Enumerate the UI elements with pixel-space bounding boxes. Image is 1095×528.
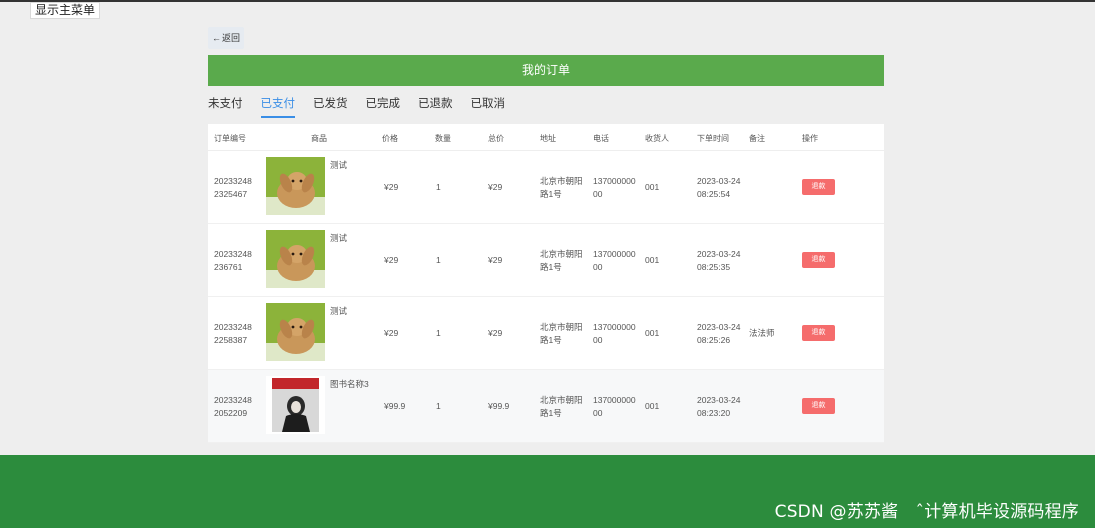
order-no: 202332482325467	[214, 176, 252, 199]
total: ¥99.9	[488, 401, 510, 411]
header-address: 地址	[540, 134, 556, 143]
order-time: 2023-03-24 08:23:20	[697, 395, 741, 418]
product-image[interactable]	[266, 157, 325, 215]
order-time: 2023-03-24 08:25:35	[697, 249, 741, 272]
tab-shipped[interactable]: 已发货	[313, 96, 348, 118]
refund-button[interactable]: 退款	[802, 179, 835, 195]
refund-button[interactable]: 退款	[802, 252, 835, 268]
address: 北京市朝阳路1号	[540, 176, 583, 199]
table-row: 20233248236761 测试 ¥29 1 ¥29 北京市朝阳路1号 137…	[208, 224, 884, 297]
tab-cancelled[interactable]: 已取消	[471, 96, 506, 118]
header-product: 商品	[311, 134, 327, 143]
quantity: 1	[436, 401, 441, 411]
table-row: 202332482325467 测试 ¥29 1 ¥29 北京市朝阳路1号 13…	[208, 151, 884, 224]
product-image[interactable]	[266, 303, 325, 361]
phone: 13700000000	[593, 176, 636, 199]
address: 北京市朝阳路1号	[540, 249, 583, 272]
order-time: 2023-03-24 08:25:54	[697, 176, 741, 199]
phone: 13700000000	[593, 322, 636, 345]
price: ¥29	[384, 255, 399, 265]
order-time: 2023-03-24 08:25:26	[697, 322, 741, 345]
price: ¥99.9	[384, 401, 406, 411]
total: ¥29	[488, 255, 503, 265]
header-order-time: 下单时间	[697, 134, 729, 143]
order-status-tabs: 未支付 已支付 已发货 已完成 已退款 已取消	[208, 96, 523, 118]
receiver: 001	[645, 255, 660, 265]
refund-button[interactable]: 退款	[802, 325, 835, 341]
header-receiver: 收货人	[645, 134, 669, 143]
header-phone: 电话	[593, 134, 609, 143]
orders-table: 订单编号 商品 价格 数量 总价 地址 电话 收货人 下单时间 备注 操作 20…	[208, 124, 884, 443]
magazine-cover-icon	[266, 376, 325, 434]
price: ¥29	[384, 182, 399, 192]
header-total: 总价	[488, 134, 504, 143]
table-row: 202332482052209 图书名称3 ¥99.9 1 ¥99.9 北京市朝…	[208, 370, 884, 443]
quantity: 1	[436, 255, 441, 265]
tab-refunded[interactable]: 已退款	[418, 96, 453, 118]
show-main-menu-button[interactable]: 显示主菜单	[30, 2, 101, 19]
product-name: 测试	[330, 160, 348, 170]
receiver: 001	[645, 182, 660, 192]
tab-completed[interactable]: 已完成	[366, 96, 401, 118]
back-arrow-icon: ←	[211, 33, 221, 43]
table-header: 订单编号 商品 价格 数量 总价 地址 电话 收货人 下单时间 备注 操作	[208, 124, 884, 151]
product-image[interactable]	[266, 376, 325, 434]
back-label: 返回	[221, 33, 240, 43]
header-price: 价格	[382, 134, 398, 143]
address: 北京市朝阳路1号	[540, 322, 583, 345]
table-row: 202332482258387 测试 ¥29 1 ¥29 北京市朝阳路1号 13…	[208, 297, 884, 370]
product-name: 测试	[330, 306, 348, 316]
order-no: 202332482052209	[214, 395, 252, 418]
receiver: 001	[645, 401, 660, 411]
phone: 13700000000	[593, 249, 636, 272]
header-quantity: 数量	[435, 134, 451, 143]
product-image[interactable]	[266, 230, 325, 288]
order-no: 202332482258387	[214, 322, 252, 345]
header-remark: 备注	[749, 134, 765, 143]
top-border	[0, 0, 1095, 2]
remark: 法法师	[749, 328, 775, 338]
tab-paid[interactable]: 已支付	[260, 96, 295, 118]
quantity: 1	[436, 182, 441, 192]
rabbit-photo-icon	[266, 157, 325, 215]
quantity: 1	[436, 328, 441, 338]
product-name: 测试	[330, 233, 348, 243]
header-order-no: 订单编号	[214, 134, 246, 143]
watermark-text: CSDN @苏苏酱 ˆ计算机毕设源码程序	[774, 502, 1079, 522]
total: ¥29	[488, 328, 503, 338]
product-name: 图书名称3	[330, 379, 369, 389]
page-title: 我的订单	[208, 55, 884, 86]
refund-button[interactable]: 退款	[802, 398, 835, 414]
order-no: 20233248236761	[214, 249, 252, 272]
address: 北京市朝阳路1号	[540, 395, 583, 418]
back-button[interactable]: ←返回	[208, 27, 244, 49]
receiver: 001	[645, 328, 660, 338]
tab-unpaid[interactable]: 未支付	[208, 96, 243, 118]
header-action: 操作	[802, 134, 818, 143]
phone: 13700000000	[593, 395, 636, 418]
rabbit-photo-icon	[266, 230, 325, 288]
rabbit-photo-icon	[266, 303, 325, 361]
price: ¥29	[384, 328, 399, 338]
total: ¥29	[488, 182, 503, 192]
